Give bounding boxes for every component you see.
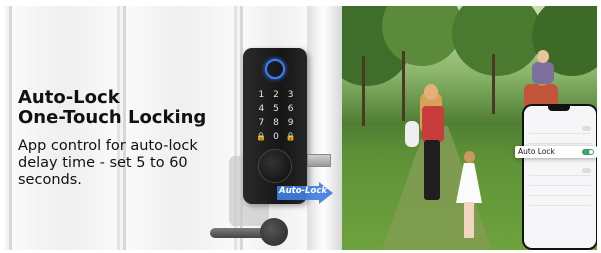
- keypad-key: 2: [273, 90, 279, 100]
- lock-panel: Auto-Lock One-Touch Locking App control …: [5, 6, 342, 250]
- headline: Auto-Lock One-Touch Locking: [18, 88, 206, 128]
- auto-lock-setting-label: Auto Lock: [518, 147, 555, 156]
- door-panel: [9, 6, 120, 250]
- settings-row: [529, 196, 591, 206]
- keypad-key: 3: [287, 90, 294, 100]
- smart-lock: 1 2 3 4 5 6 7 8 9 🔒 0 🔒: [243, 48, 307, 204]
- keypad-key: 8: [273, 118, 279, 128]
- woman: [424, 84, 438, 100]
- settings-row: [529, 176, 591, 186]
- auto-lock-arrow-label: Auto-Lock: [279, 186, 328, 196]
- toggle-icon: [582, 168, 591, 173]
- lock-key-icon: 🔒: [256, 132, 267, 141]
- feature-description: App control for auto-lock delay time - s…: [18, 138, 198, 188]
- door-frame: [310, 6, 342, 250]
- keypad-key: 7: [258, 118, 265, 128]
- product-banner: Auto-Lock One-Touch Locking App control …: [5, 6, 597, 250]
- child-on-shoulders: [532, 62, 554, 84]
- deadbolt: [307, 154, 331, 167]
- lock-key-icon: 🔒: [285, 132, 296, 141]
- headline-line-1: Auto-Lock: [18, 87, 120, 108]
- tree: [452, 6, 542, 76]
- app-screen: [524, 106, 596, 248]
- girl: [464, 151, 475, 163]
- headline-line-2: One-Touch Locking: [18, 107, 207, 128]
- keypad-key: 9: [287, 118, 294, 128]
- fingerprint-sensor-icon: [265, 59, 285, 79]
- settings-row: [529, 186, 591, 196]
- tree-trunk: [362, 56, 365, 126]
- thumb-turn-knob: [258, 149, 292, 183]
- settings-row: [529, 166, 591, 176]
- woman: [422, 106, 444, 142]
- keypad-key: 1: [258, 90, 265, 100]
- girl: [464, 202, 474, 238]
- family-photo: Auto Lock: [342, 6, 597, 250]
- phone-mockup: [522, 104, 597, 250]
- keypad-key: 6: [287, 104, 294, 114]
- keypad: 1 2 3 4 5 6 7 8 9 🔒 0 🔒: [254, 90, 298, 142]
- woman: [424, 140, 440, 200]
- settings-row: [529, 124, 591, 134]
- keypad-key: 5: [273, 104, 279, 114]
- auto-lock-setting: Auto Lock: [515, 146, 597, 158]
- baby: [405, 121, 419, 147]
- keypad-key: 4: [258, 104, 265, 114]
- door-panel: [123, 6, 237, 250]
- child-on-shoulders: [537, 50, 549, 63]
- settings-row: [529, 134, 591, 144]
- handle-rose: [260, 218, 288, 246]
- tree-trunk: [402, 51, 405, 121]
- toggle-icon: [582, 126, 591, 131]
- keypad-key: 0: [273, 132, 279, 142]
- tree-trunk: [492, 54, 495, 114]
- toggle-on-icon: [582, 149, 594, 155]
- phone-notch: [548, 106, 570, 111]
